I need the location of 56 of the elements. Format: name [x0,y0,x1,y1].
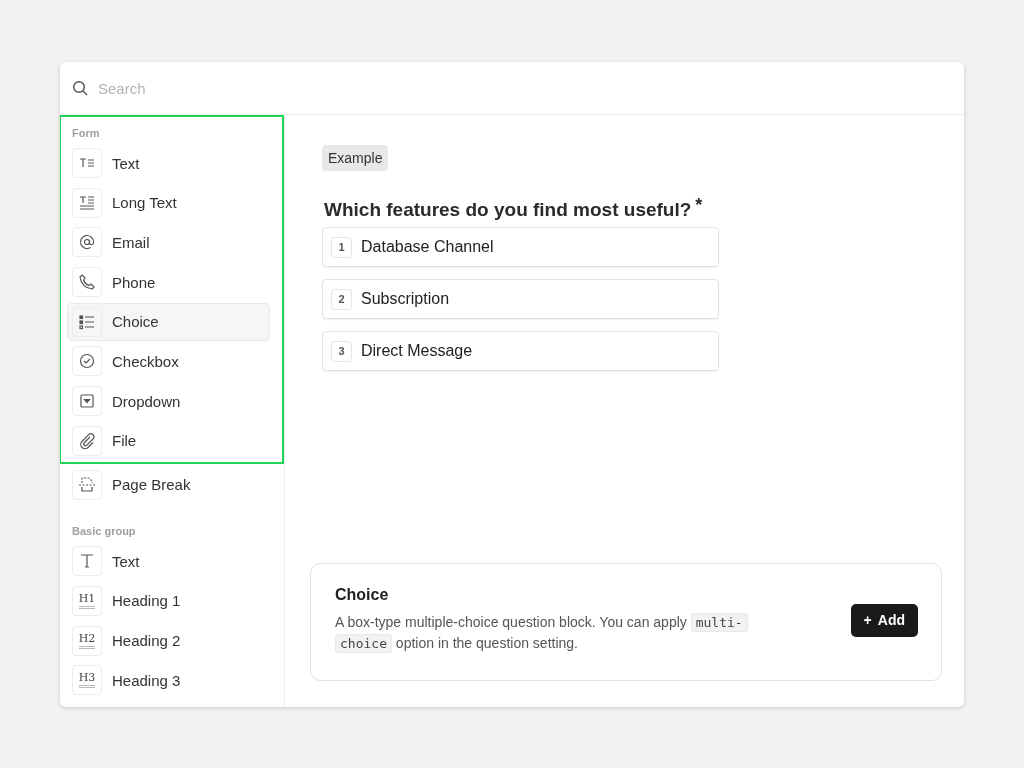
option-number: 3 [331,340,352,362]
question-title: Which features do you find most useful? [324,199,692,221]
option-label: Direct Message [361,342,473,360]
sidebar-item[interactable]: Email [67,223,270,262]
group-title: Form [72,127,101,139]
example-badge: Example [322,145,389,171]
sidebar-item[interactable]: Choice [67,302,270,341]
item-label: Choice [112,313,159,331]
required-mark: * [695,195,703,217]
heading-icon: H1 [72,585,102,616]
long-text-icon [78,193,96,212]
sidebar-item[interactable]: H3 Heading 3 [67,661,270,700]
card-title: Choice [335,586,390,604]
option-number: 2 [331,288,352,310]
sidebar-item[interactable]: H1 Heading 1 [67,581,270,620]
group-title: Basic group [72,525,137,538]
sidebar-item[interactable]: H2 Heading 2 [67,621,270,660]
option-label: Subscription [361,290,450,308]
check-circle-icon [78,352,96,371]
sidebar-item[interactable]: Long Text [67,183,270,222]
item-label: File [112,432,137,450]
dropdown-icon [78,392,96,411]
list-icon [78,312,96,331]
item-label: Phone [112,273,156,291]
heading-icon: H2 [72,625,102,656]
sidebar-item[interactable]: File [67,421,270,460]
item-label: Page Break [112,476,191,493]
text-icon [78,552,96,571]
search-field[interactable]: Search [60,62,964,115]
sidebar-item[interactable]: Phone [67,263,270,302]
choice-option[interactable]: 1 Database Channel [322,227,719,267]
sidebar-item[interactable]: Page Break [67,465,270,504]
item-label: Heading 3 [112,671,181,689]
item-label: Heading 1 [112,592,181,610]
item-label: Checkbox [112,352,179,370]
item-label: Dropdown [112,392,181,410]
paperclip-icon [78,431,96,450]
page-break-icon [78,475,96,494]
item-label: Email [112,233,150,251]
option-label: Database Channel [361,238,494,256]
option-number: 1 [331,236,352,258]
item-label: Text [112,552,140,570]
add-button[interactable]: + Add [850,603,918,637]
item-label: Long Text [112,194,177,212]
sidebar-item[interactable]: Checkbox [67,342,270,381]
sidebar-item[interactable]: Text [67,144,270,182]
item-label: Heading 2 [112,632,181,650]
choice-option[interactable]: 2 Subscription [322,279,719,319]
at-sign-icon [78,233,96,252]
search-icon [72,80,88,96]
choice-option[interactable]: 3 Direct Message [322,331,719,371]
heading-icon: H3 [72,665,102,696]
item-label: Text [112,154,140,172]
phone-icon [78,273,96,292]
sidebar-item[interactable]: Text [67,542,270,581]
sidebar-item[interactable]: Dropdown [67,382,270,421]
